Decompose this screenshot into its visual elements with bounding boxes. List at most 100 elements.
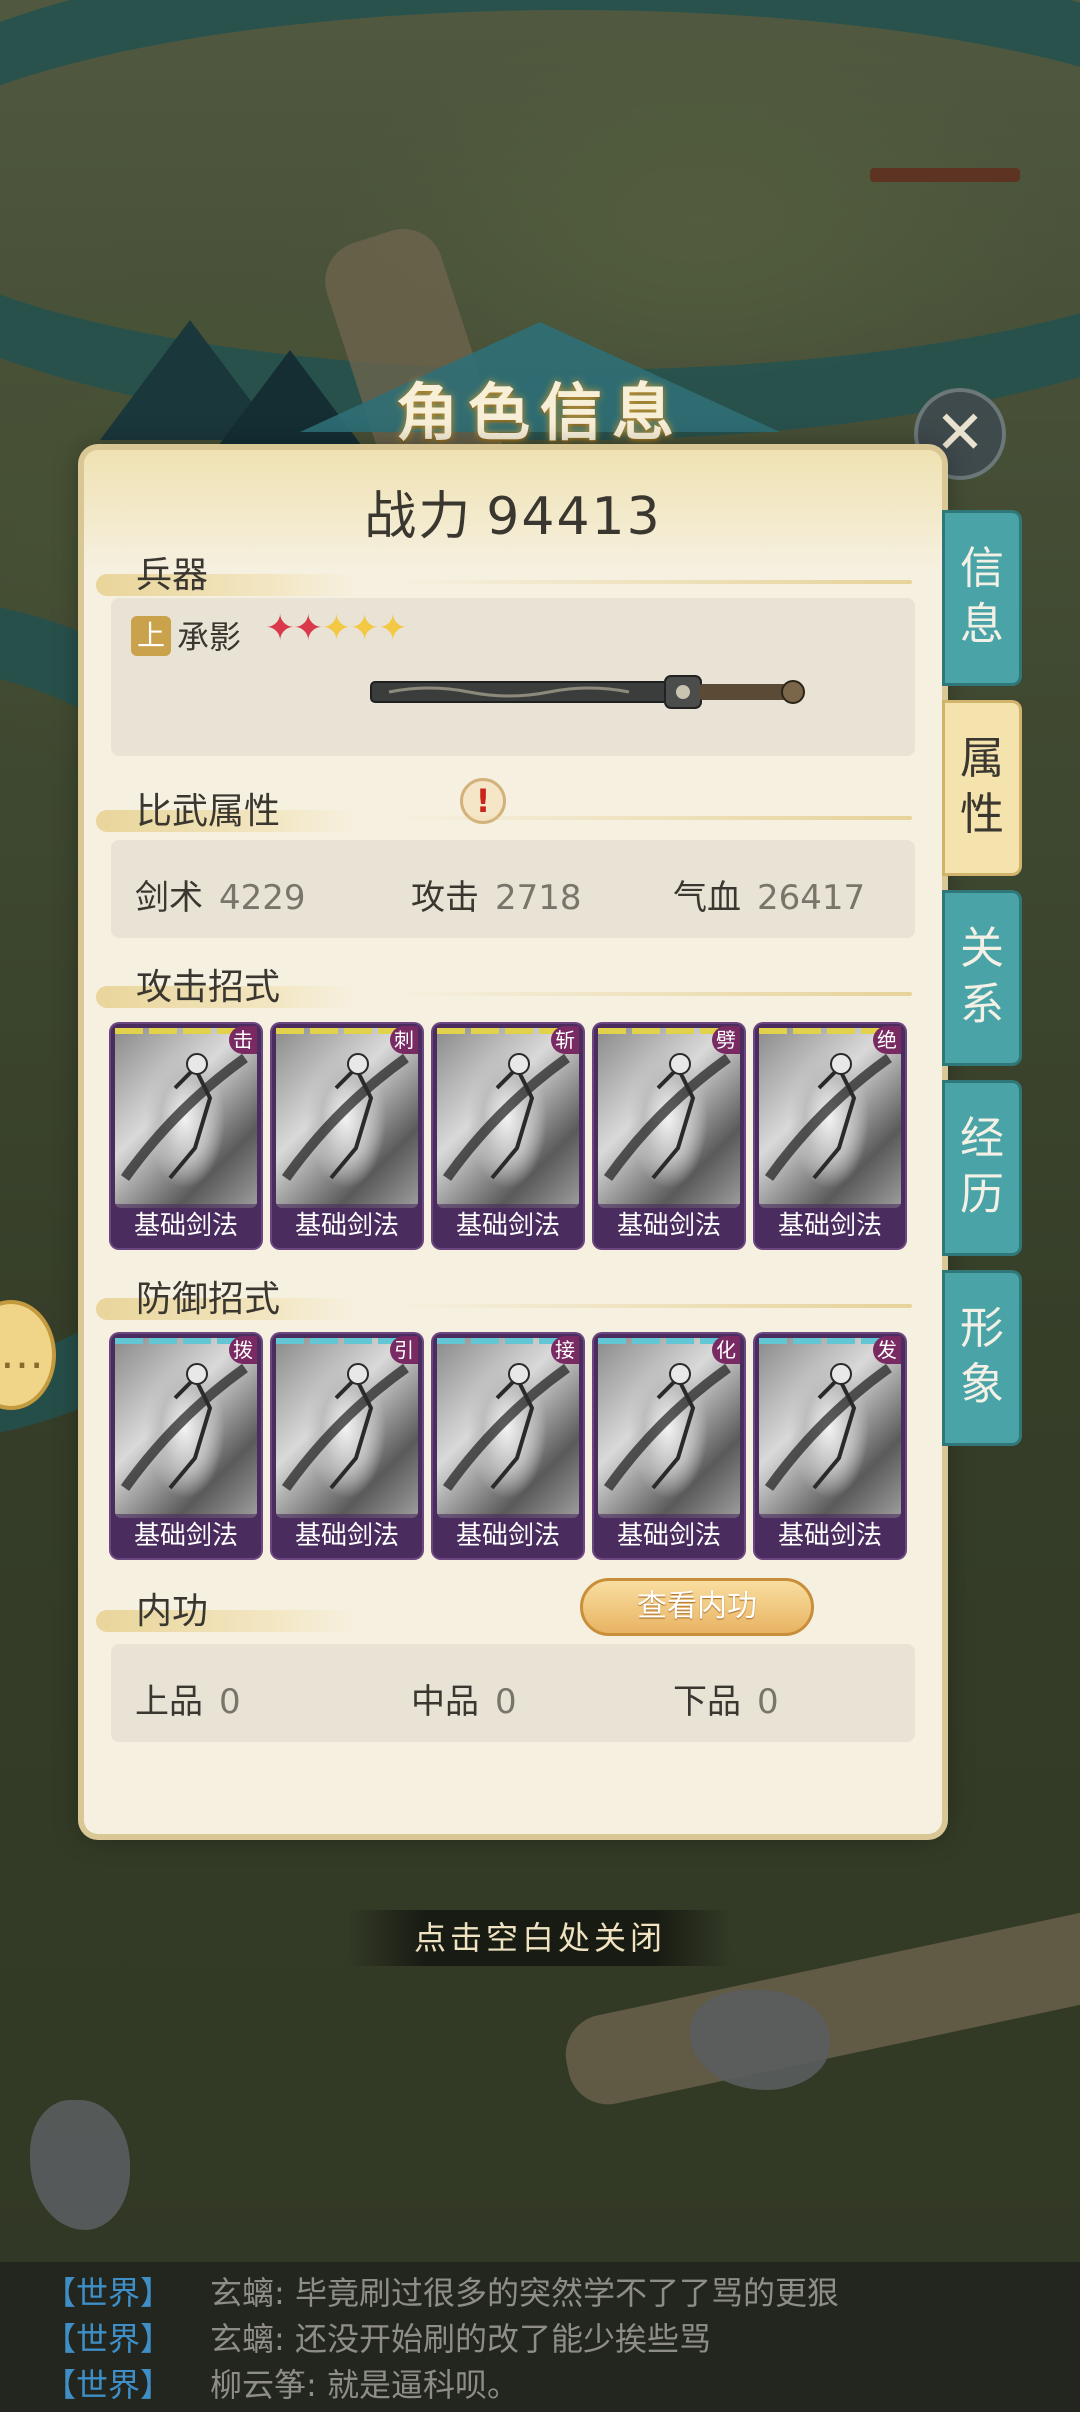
section-weapon-label: 兵器 xyxy=(136,555,209,596)
chat-message: 【世界】 玄螭: 毕竟刷过很多的突然学不了了骂的更狠 xyxy=(44,2274,839,2312)
tab-label: 象 xyxy=(960,1359,1004,1410)
move-name: 基础剑法 xyxy=(594,1514,744,1558)
move-name: 基础剑法 xyxy=(111,1204,261,1248)
attack-moves-row: 击基础剑法刺基础剑法斩基础剑法劈基础剑法绝基础剑法 xyxy=(111,1018,915,1254)
ink-fighter-icon xyxy=(120,1363,248,1491)
defense-moves-row: 拨基础剑法引基础剑法接基础剑法化基础剑法发基础剑法 xyxy=(111,1328,915,1564)
close-icon: ✕ xyxy=(934,398,986,468)
weapon-stars: ✦✦✦✦✦ xyxy=(265,608,408,649)
move-card[interactable]: 绝基础剑法 xyxy=(755,1024,905,1248)
stat-label: 气血 xyxy=(673,878,741,918)
tab-relations[interactable]: 关系 xyxy=(942,890,1022,1066)
move-name: 基础剑法 xyxy=(755,1514,905,1558)
ink-fighter-icon xyxy=(764,1053,892,1181)
move-name: 基础剑法 xyxy=(755,1204,905,1248)
move-name: 基础剑法 xyxy=(433,1204,583,1248)
character-info-panel: 战力 94413 兵器 上 承影 ✦✦✦✦✦ 比武属性 ! 剑术 4229 攻击… xyxy=(84,450,942,1834)
stat-value: 0 xyxy=(495,1682,517,1722)
ink-fighter-icon xyxy=(442,1363,570,1491)
stat-value: 2718 xyxy=(495,878,582,918)
move-name: 基础剑法 xyxy=(594,1204,744,1248)
move-name: 基础剑法 xyxy=(272,1204,422,1248)
section-inner-power-label: 内功 xyxy=(136,1591,209,1632)
move-type-tag: 拨 xyxy=(229,1336,257,1364)
tab-label: 形 xyxy=(960,1303,1004,1354)
move-card[interactable]: 劈基础剑法 xyxy=(594,1024,744,1248)
chat-text: 毕竟刷过很多的突然学不了了骂的更狠 xyxy=(294,2274,839,2312)
star-icon: ✦ xyxy=(293,608,323,649)
tab-label: 息 xyxy=(960,599,1004,650)
section-defense-moves: 防御招式 xyxy=(96,1270,356,1322)
move-type-tag: 击 xyxy=(229,1026,257,1054)
stat-label: 下品 xyxy=(673,1682,741,1722)
tab-attributes[interactable]: 属性 xyxy=(942,700,1022,876)
ink-fighter-icon xyxy=(281,1363,409,1491)
move-type-tag: 刺 xyxy=(390,1026,418,1054)
chat-channel: 【世界】 xyxy=(44,2320,173,2358)
stat-value: 0 xyxy=(219,1682,241,1722)
section-defense-moves-label: 防御招式 xyxy=(136,1279,281,1320)
dialog-title-banner: 角色信息 xyxy=(260,322,820,449)
tab-appearance[interactable]: 形象 xyxy=(942,1270,1022,1446)
move-card[interactable]: 斩基础剑法 xyxy=(433,1024,583,1248)
tab-label: 信 xyxy=(960,543,1004,594)
weapon-name: 承影 xyxy=(177,618,242,656)
inner-power-box: 上品 0 中品 0 下品 0 xyxy=(111,1644,915,1742)
sword-icon xyxy=(370,675,805,709)
stat-hp: 气血 26417 xyxy=(673,870,865,919)
world-chat[interactable]: 【世界】 玄螭: 毕竟刷过很多的突然学不了了骂的更狠 【世界】 玄螭: 还没开始刷的… xyxy=(0,2262,1080,2412)
inner-lower: 下品 0 xyxy=(673,1674,779,1723)
stat-sword: 剑术 4229 xyxy=(135,870,306,919)
chat-channel: 【世界】 xyxy=(44,2274,173,2312)
tab-history[interactable]: 经历 xyxy=(942,1080,1022,1256)
section-weapon: 兵器 xyxy=(96,546,356,598)
ink-fighter-icon xyxy=(120,1053,248,1181)
star-icon: ✦ xyxy=(377,608,408,649)
star-icon: ✦ xyxy=(265,608,295,649)
chat-text: 就是逼科呗。 xyxy=(326,2366,519,2404)
tab-label: 属 xyxy=(960,733,1004,784)
chat-text: 还没开始刷的改了能少挨些骂 xyxy=(294,2320,711,2358)
move-name: 基础剑法 xyxy=(433,1514,583,1558)
stat-value: 0 xyxy=(757,1682,779,1722)
combat-power-label: 战力 xyxy=(364,487,473,547)
chat-message: 【世界】 玄螭: 还没开始刷的改了能少挨些骂 xyxy=(44,2320,711,2358)
section-attack-moves: 攻击招式 xyxy=(96,958,356,1010)
move-type-tag: 发 xyxy=(873,1336,901,1364)
ink-fighter-icon xyxy=(442,1053,570,1181)
tab-label: 关 xyxy=(960,923,1004,974)
chat-channel: 【世界】 xyxy=(44,2366,173,2404)
move-card[interactable]: 接基础剑法 xyxy=(433,1334,583,1558)
section-combat-attrs: 比武属性 ! xyxy=(96,778,506,834)
move-name: 基础剑法 xyxy=(272,1514,422,1558)
stat-label: 剑术 xyxy=(135,878,203,918)
stat-value: 26417 xyxy=(757,878,866,918)
move-type-tag: 劈 xyxy=(712,1026,740,1054)
stat-label: 攻击 xyxy=(411,878,479,918)
move-type-tag: 绝 xyxy=(873,1026,901,1054)
combat-power: 战力 94413 xyxy=(84,474,942,549)
weapon-box[interactable]: 上 承影 ✦✦✦✦✦ xyxy=(111,598,915,756)
tab-label: 经 xyxy=(960,1113,1004,1164)
move-card[interactable]: 发基础剑法 xyxy=(755,1334,905,1558)
tab-info[interactable]: 信息 xyxy=(942,510,1022,686)
ink-fighter-icon xyxy=(764,1363,892,1491)
view-inner-power-button[interactable]: 查看内功 xyxy=(580,1578,814,1636)
move-card[interactable]: 击基础剑法 xyxy=(111,1024,261,1248)
move-card[interactable]: 化基础剑法 xyxy=(594,1334,744,1558)
section-combat-attrs-label: 比武属性 xyxy=(136,791,281,832)
chat-user: 玄螭 xyxy=(210,2320,275,2358)
move-type-tag: 接 xyxy=(551,1336,579,1364)
move-card[interactable]: 刺基础剑法 xyxy=(272,1024,422,1248)
combat-power-value: 94413 xyxy=(486,487,662,547)
chat-user: 玄螭 xyxy=(210,2274,275,2312)
move-card[interactable]: 拨基础剑法 xyxy=(111,1334,261,1558)
close-hint[interactable]: 点击空白处关闭 xyxy=(348,1910,732,1966)
dialog-title: 角色信息 xyxy=(395,376,684,449)
stat-value: 4229 xyxy=(219,878,306,918)
star-icon: ✦ xyxy=(321,608,351,649)
move-card[interactable]: 引基础剑法 xyxy=(272,1334,422,1558)
section-inner-power: 内功 xyxy=(96,1582,356,1634)
weapon-grade-badge: 上 xyxy=(131,616,171,656)
ink-fighter-icon xyxy=(603,1053,731,1181)
